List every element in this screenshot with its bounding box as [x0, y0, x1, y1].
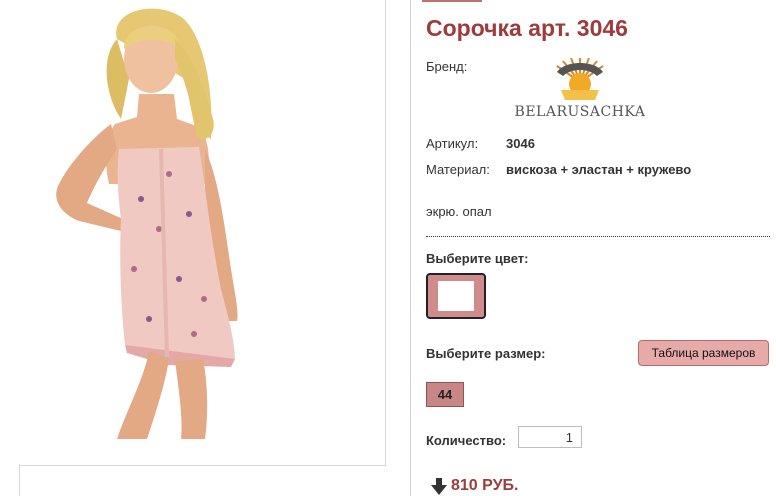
- size-option-44[interactable]: 44: [426, 382, 464, 407]
- price-block: 810 РУБ.: [430, 476, 519, 496]
- color-swatch[interactable]: [426, 273, 486, 319]
- price-value: 810 РУБ.: [451, 477, 519, 494]
- brand-name: BELARUSACHKA: [514, 104, 646, 120]
- material-label: Материал:: [426, 162, 490, 177]
- choose-size-label: Выберите размер:: [426, 346, 546, 361]
- brand-label: Бренд:: [426, 59, 468, 74]
- column-divider: [410, 0, 411, 496]
- brand-logo[interactable]: BELARUSACHKA: [505, 57, 655, 126]
- tab-accent: [422, 0, 482, 2]
- product-title: Сорочка арт. 3046: [426, 15, 628, 41]
- size-table-button[interactable]: Таблица размеров: [638, 340, 769, 366]
- product-image[interactable]: [0, 0, 386, 466]
- article-label: Артикул:: [426, 136, 479, 151]
- model-photo: [56, 8, 238, 439]
- choose-color-label: Выберите цвет:: [426, 251, 529, 266]
- sun-logo-icon: [556, 57, 604, 100]
- quantity-input[interactable]: [518, 426, 582, 448]
- divider: [426, 236, 770, 237]
- material-value: вискоза + эластан + кружево: [506, 162, 692, 177]
- down-arrow-icon: [430, 476, 448, 496]
- color-swatch-inner: [438, 281, 474, 311]
- thumbnail-placeholder[interactable]: [0, 464, 20, 496]
- article-value: 3046: [506, 136, 535, 151]
- color-note: экрю. опал: [426, 204, 492, 219]
- quantity-label: Количество:: [426, 433, 507, 448]
